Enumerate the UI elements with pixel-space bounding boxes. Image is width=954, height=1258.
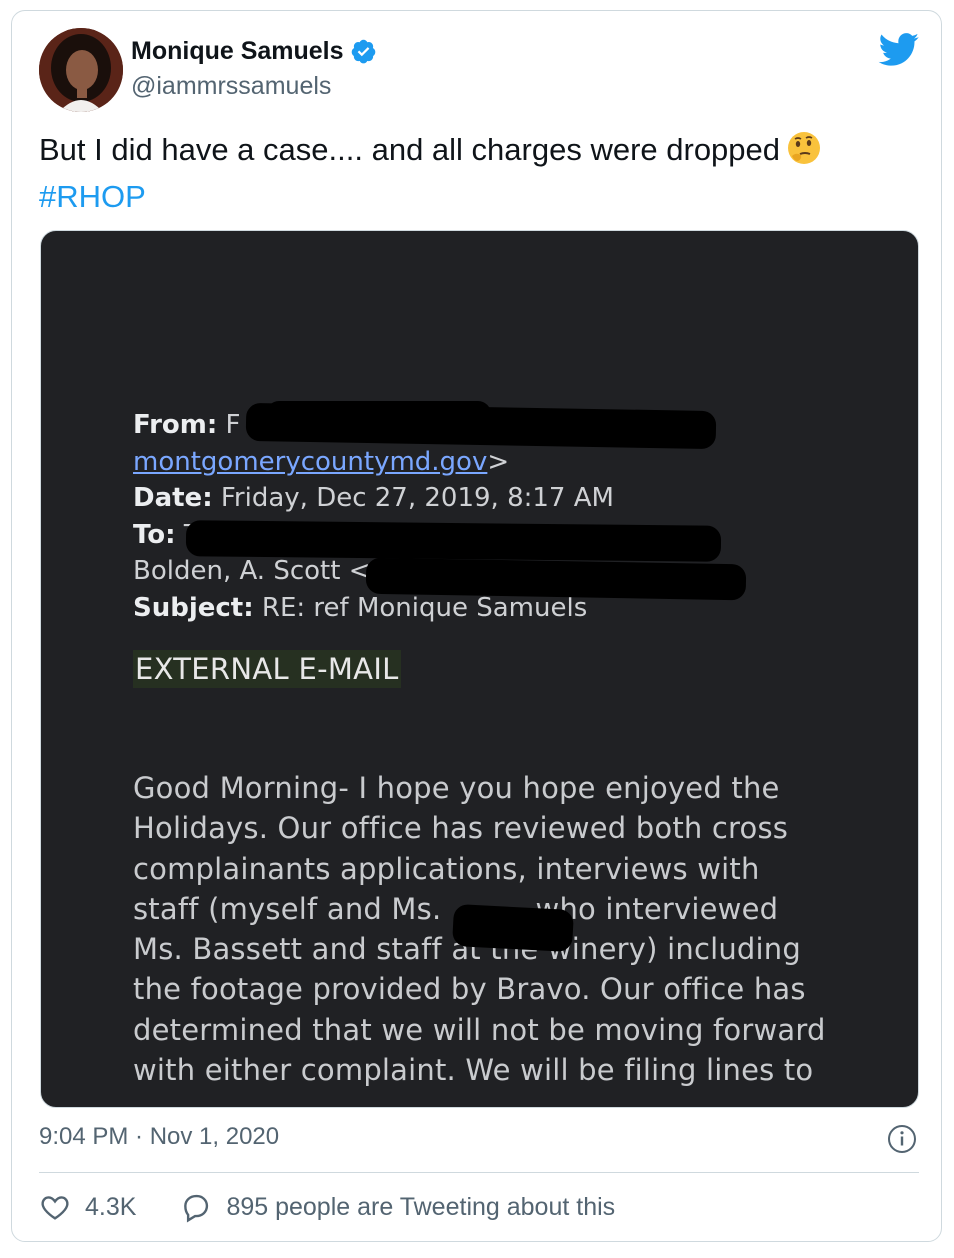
tweet-text: But I did have a case.... and all charge…: [39, 129, 919, 217]
email-screenshot: From: F montgomerycountymd.gov> Date: Fr…: [133, 407, 853, 1090]
divider: [39, 1172, 919, 1173]
email-body-line: Good Morning- I hope you hope enjoyed th…: [133, 771, 780, 805]
tweet-media-image[interactable]: From: F montgomerycountymd.gov> Date: Fr…: [40, 230, 919, 1108]
tweet-timestamp[interactable]: 9:04 PM · Nov 1, 2020: [39, 1123, 279, 1151]
email-body-line: determined that we will not be moving fo…: [133, 1012, 826, 1047]
twitter-bird-icon[interactable]: [878, 33, 920, 67]
email-body-line: Holidays. Our office has reviewed both c…: [133, 811, 789, 846]
heart-icon: [41, 1196, 69, 1220]
tweet-body: But I did have a case.... and all charge…: [39, 132, 781, 167]
email-to-label: To:: [133, 519, 176, 550]
redaction-mark: [451, 903, 575, 953]
like-count: 4.3K: [85, 1192, 137, 1221]
hashtag-link[interactable]: #RHOP: [39, 179, 146, 214]
email-subject-value: RE: ref Monique Samuels: [261, 592, 588, 623]
email-cc-value: Bolden, A. Scott <: [133, 556, 371, 586]
email-date-value: Friday, Dec 27, 2019, 8:17 AM: [220, 483, 614, 513]
avatar[interactable]: [39, 28, 123, 112]
email-from-value: F: [225, 410, 241, 440]
tweet-card: Monique Samuels @iammrssamuels But I did…: [11, 10, 942, 1242]
author-name-row: Monique Samuels: [131, 37, 377, 66]
conversation-button[interactable]: 895 people are Tweeting about this: [180, 1191, 615, 1223]
info-icon[interactable]: [887, 1124, 917, 1154]
speech-bubble-icon: [184, 1194, 209, 1223]
email-body-line: complainants applications, interviews wi…: [133, 851, 760, 886]
email-date-label: Date:: [133, 483, 213, 513]
email-from-domain-line: montgomerycountymd.gov>: [133, 444, 853, 481]
email-from-domain: montgomerycountymd.gov: [133, 446, 488, 477]
email-body-line: the footage provided by Bravo. Our offic…: [133, 972, 806, 1007]
email-body-line: with either complaint. We will be filing…: [133, 1053, 814, 1088]
tweet-actions: 4.3K 895 people are Tweeting about this: [39, 1191, 615, 1223]
redaction-mark: [365, 557, 747, 601]
thinking-face-icon: [786, 130, 822, 176]
email-from-label: From:: [133, 410, 218, 440]
redaction-mark: [266, 401, 491, 427]
email-subject-label: Subject:: [133, 592, 254, 623]
external-email-banner: EXTERNAL E-MAIL: [133, 650, 401, 688]
author-display-name[interactable]: Monique Samuels: [131, 37, 344, 66]
author-handle[interactable]: @iammrssamuels: [131, 72, 331, 101]
email-date-line: Date: Friday, Dec 27, 2019, 8:17 AM: [133, 480, 853, 517]
like-button[interactable]: 4.3K: [39, 1191, 136, 1223]
avatar-image: [39, 28, 123, 112]
conversation-count: 895 people are Tweeting about this: [226, 1192, 616, 1221]
redaction-mark: [185, 520, 722, 562]
verified-badge-icon: [351, 39, 375, 64]
email-from-domain-suffix: >: [487, 446, 510, 477]
